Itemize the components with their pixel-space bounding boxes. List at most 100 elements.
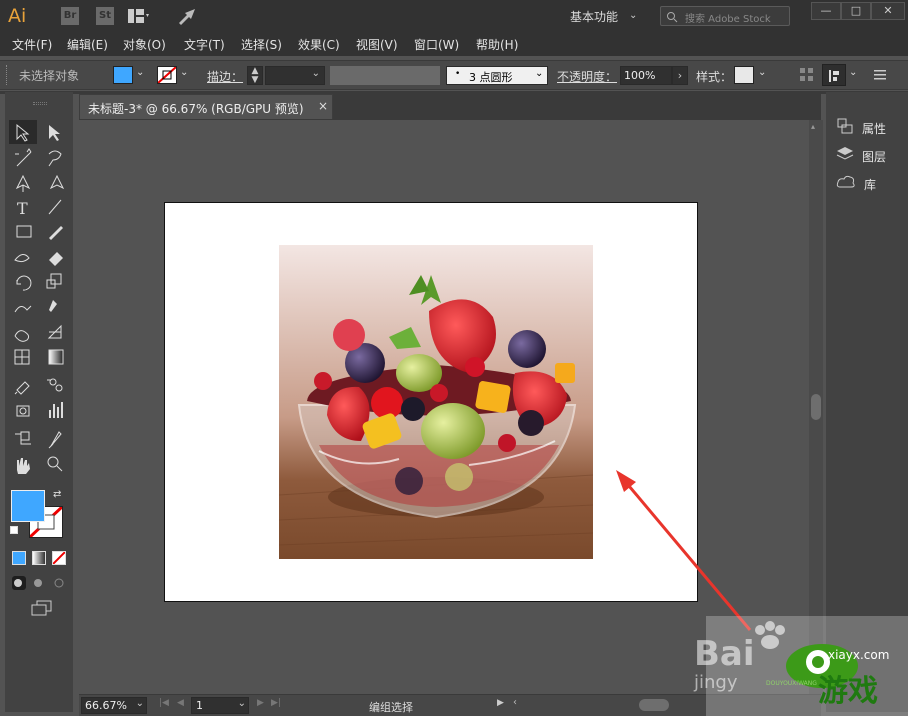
stroke-stepper[interactable]: ▲ ▼ <box>247 66 263 85</box>
chevron-down-icon[interactable]: ⌄ <box>629 10 637 21</box>
color-mode-icon[interactable] <box>12 551 26 565</box>
prev-artboard-icon[interactable]: ◀ <box>177 698 184 708</box>
close-window-button[interactable]: ✕ <box>871 2 905 20</box>
brush-label: 3 点圆形 <box>469 71 513 84</box>
artboard-number: 1 <box>196 699 203 712</box>
paw-icon <box>752 620 786 650</box>
fill-color-front[interactable] <box>11 490 45 522</box>
screen-mode-icon[interactable] <box>31 600 53 616</box>
watermark-sub: DOUYOUXIWANG <box>766 680 817 687</box>
scroll-up-icon[interactable]: ▴ <box>811 122 815 131</box>
opacity-value: 100% <box>624 69 656 82</box>
watermark-site: xiayx.com <box>828 648 890 662</box>
stroke-label[interactable]: 描边： <box>207 68 243 85</box>
menu-select[interactable]: 选择(S) <box>241 36 282 53</box>
search-placeholder: 搜索 Adobe Stock <box>685 14 771 25</box>
menu-bar: 文件(F) 编辑(E) 对象(O) 文字(T) 选择(S) 效果(C) 视图(V… <box>0 32 908 56</box>
menu-object[interactable]: 对象(O) <box>123 36 166 53</box>
menu-type[interactable]: 文字(T) <box>184 36 225 53</box>
align-icon[interactable] <box>800 68 814 82</box>
fill-swatch[interactable] <box>113 66 133 84</box>
opacity-expand-button[interactable]: › <box>672 66 688 85</box>
gradient-mode-icon[interactable] <box>32 551 46 565</box>
panel-layers[interactable]: 图层 <box>862 148 886 165</box>
panel-properties[interactable]: 属性 <box>862 120 886 137</box>
watermark-jingyan: jingy <box>694 672 738 693</box>
selection-status: 未选择对象 <box>19 69 80 83</box>
style-dropdown-icon[interactable]: ⌄ <box>758 67 766 78</box>
watermark-game: 游戏 <box>818 674 878 709</box>
chevron-down-icon: ⌄ <box>535 68 544 79</box>
zoom-value: 66.67% <box>85 699 127 712</box>
gpu-performance-icon[interactable] <box>177 7 197 25</box>
transform-icon[interactable] <box>822 64 846 86</box>
maximize-button[interactable]: □ <box>841 2 871 20</box>
grip-handle[interactable] <box>6 65 8 85</box>
brush-dot-icon: • <box>455 69 461 79</box>
horizontal-scroll-thumb[interactable] <box>639 699 669 711</box>
document-tab[interactable]: 未标题-3* @ 66.67% (RGB/GPU 预览) × <box>79 94 333 119</box>
scrollbar-thumb[interactable] <box>811 394 821 420</box>
artboard-field[interactable]: 1 ⌄ <box>191 697 249 714</box>
draw-inside-icon[interactable] <box>52 576 66 590</box>
menu-effect[interactable]: 效果(C) <box>298 36 340 53</box>
variable-width-profile[interactable] <box>330 66 440 85</box>
draw-behind-icon[interactable] <box>32 576 46 590</box>
title-bar: Ai Br St 基本功能 ⌄ 搜索 Adobe Stock — □ ✕ <box>0 0 908 32</box>
graphic-style-swatch[interactable] <box>734 66 754 84</box>
chevron-down-icon[interactable]: ⌄ <box>849 67 857 78</box>
annotation-arrow <box>616 470 752 631</box>
control-bar: 未选择对象 ⌄ ⌄ 描边： ▲ ▼ ⌄ • 3 点圆形 ⌄ 不透明度： 100% … <box>0 60 908 90</box>
chevron-down-icon: ⌄ <box>311 68 320 79</box>
properties-icon[interactable] <box>836 117 854 135</box>
watermark: Bai jingy xiayx.com 游戏 DOUYOUXIWANG <box>694 616 908 716</box>
first-artboard-icon[interactable]: |◀ <box>159 698 169 708</box>
zoom-field[interactable]: 66.67% ⌄ <box>81 697 147 714</box>
stock-button[interactable]: St <box>96 7 114 25</box>
menu-help[interactable]: 帮助(H) <box>476 36 518 53</box>
none-mode-icon[interactable] <box>52 551 66 565</box>
fruit-bowl-image[interactable] <box>279 245 593 559</box>
arrange-docs-icon[interactable] <box>128 9 150 23</box>
status-menu-icon[interactable]: ▶ <box>497 698 504 708</box>
fill-dropdown-icon[interactable]: ⌄ <box>136 67 144 78</box>
libraries-icon[interactable] <box>836 173 856 191</box>
brush-definition[interactable]: • 3 点圆形 ⌄ <box>446 66 548 85</box>
opacity-label[interactable]: 不透明度： <box>557 68 617 85</box>
swap-colors-icon[interactable]: ⇄ <box>53 489 61 500</box>
watermark-baidu: Bai <box>694 634 755 674</box>
default-colors-icon[interactable] <box>10 526 18 534</box>
panel-libraries[interactable]: 库 <box>864 176 876 193</box>
draw-normal-icon[interactable] <box>12 576 26 590</box>
last-artboard-icon[interactable]: ▶| <box>271 698 281 708</box>
layers-icon[interactable] <box>836 145 854 163</box>
menu-view[interactable]: 视图(V) <box>356 36 398 53</box>
search-icon <box>667 12 678 23</box>
chevron-down-icon: ⌄ <box>237 698 246 709</box>
menu-window[interactable]: 窗口(W) <box>414 36 459 53</box>
style-label: 样式： <box>696 70 733 84</box>
workspace-switcher[interactable]: 基本功能 <box>570 8 618 25</box>
svg-text:T: T <box>17 199 28 218</box>
menu-edit[interactable]: 编辑(E) <box>67 36 108 53</box>
scroll-left-icon[interactable]: ‹ <box>513 697 517 708</box>
tools-panel: T ⇄ <box>5 92 73 712</box>
close-tab-icon[interactable]: × <box>318 99 328 113</box>
menu-list-icon[interactable] <box>874 69 886 81</box>
menu-file[interactable]: 文件(F) <box>12 36 52 53</box>
stroke-weight-input[interactable]: ⌄ <box>265 66 325 85</box>
tool-icons: T <box>9 120 65 474</box>
chevron-down-icon: ⌄ <box>135 698 144 709</box>
document-tab-title: 未标题-3* @ 66.67% (RGB/GPU 预览) <box>88 102 304 116</box>
stroke-dropdown-icon[interactable]: ⌄ <box>180 67 188 78</box>
stock-search-input[interactable]: 搜索 Adobe Stock <box>660 6 790 26</box>
minimize-button[interactable]: — <box>811 2 841 20</box>
grip-handle[interactable] <box>33 102 47 105</box>
opacity-input[interactable]: 100% <box>620 66 672 85</box>
next-artboard-icon[interactable]: ▶ <box>257 698 264 708</box>
stroke-swatch[interactable] <box>157 66 177 84</box>
bridge-button[interactable]: Br <box>61 7 79 25</box>
status-mode: 编组选择 <box>369 701 413 714</box>
app-logo: Ai <box>8 5 27 27</box>
vertical-scrollbar[interactable]: ▴ ▾ <box>809 120 823 694</box>
